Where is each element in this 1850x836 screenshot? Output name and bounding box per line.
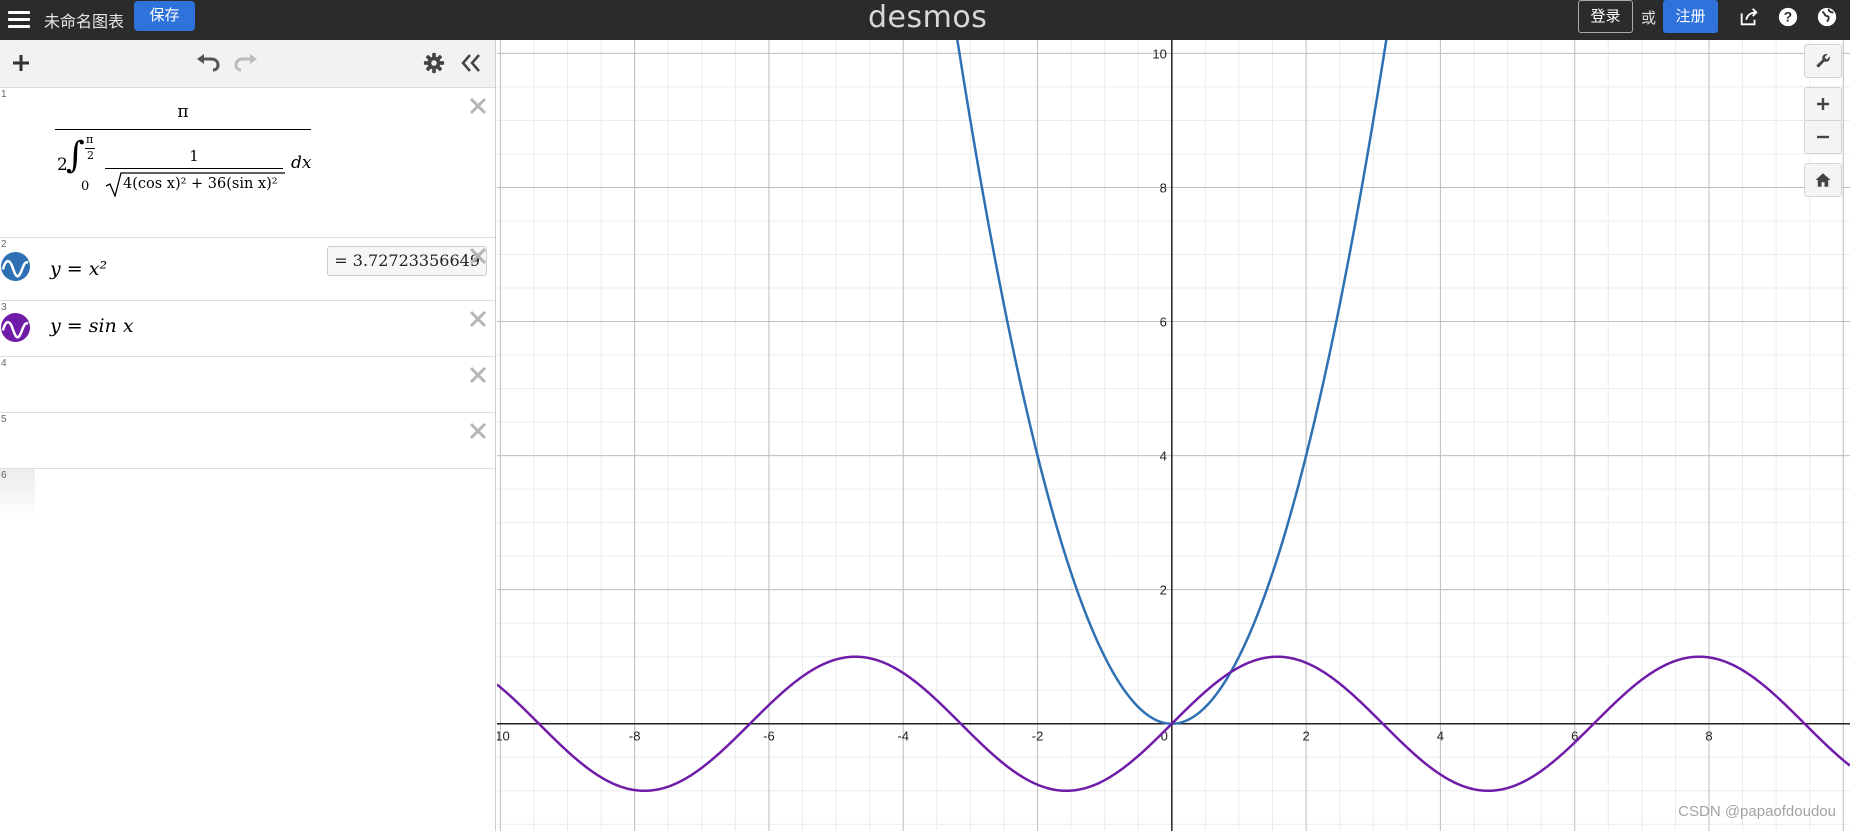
watermark-text: CSDN @papaofdoudou (1678, 803, 1836, 820)
expression-list-panel: 1 π 2 ∫ π 2 0 1 4(cos x)² + 36(sin x)² d… (0, 40, 496, 831)
upper-limit-numerator: π (86, 133, 94, 146)
y-tick-label: 6 (1160, 315, 1167, 330)
y-tick-label: 8 (1160, 180, 1167, 195)
row-number: 2 (1, 239, 7, 250)
expression-row-5[interactable]: 5 (0, 413, 495, 469)
graph-color-toggle-icon[interactable] (0, 312, 31, 343)
share-icon[interactable] (1738, 6, 1760, 28)
x-tick-label: -10 (497, 729, 510, 744)
undo-icon[interactable] (195, 50, 221, 76)
x-tick-label: 4 (1437, 729, 1444, 744)
x-tick-label: -8 (629, 729, 641, 744)
top-bar: 未命名图表 保存 desmos 登录 或 注册 ? (0, 0, 1850, 40)
redo-icon[interactable] (233, 50, 259, 76)
collapse-panel-icon[interactable] (458, 50, 484, 76)
row-number: 6 (1, 470, 7, 481)
desmos-logo: desmos (868, 0, 988, 35)
row-number: 4 (1, 358, 7, 369)
signup-button[interactable]: 注册 (1663, 0, 1718, 33)
zoom-in-icon[interactable] (1804, 87, 1842, 121)
zoom-out-icon[interactable] (1804, 120, 1842, 154)
integral-expression[interactable]: π 2 ∫ π 2 0 1 4(cos x)² + 36(sin x)² dx (55, 98, 315, 208)
expression-row-1[interactable]: 1 π 2 ∫ π 2 0 1 4(cos x)² + 36(sin x)² d… (0, 88, 495, 276)
lower-limit: 0 (81, 179, 90, 194)
or-label: 或 (1641, 10, 1657, 27)
document-title[interactable]: 未命名图表 (44, 8, 124, 32)
delete-expression-icon[interactable] (468, 246, 488, 266)
dx-term: dx (291, 153, 312, 173)
delete-expression-icon[interactable] (468, 96, 488, 116)
integral-sign-icon: ∫ (66, 135, 85, 176)
y-tick-label: 4 (1160, 449, 1167, 464)
y-tick-label: 2 (1160, 583, 1167, 598)
add-item-icon[interactable] (8, 50, 34, 76)
save-button[interactable]: 保存 (134, 1, 195, 31)
menu-icon[interactable] (8, 7, 30, 31)
graph-color-toggle-icon[interactable] (0, 251, 31, 282)
expression-input[interactable]: y = x² (50, 258, 107, 280)
graph-plot[interactable]: -10-8-6-4-202468246810 (491, 0, 1850, 831)
language-globe-icon[interactable] (1816, 6, 1838, 28)
y-tick-label: 10 (1152, 46, 1166, 61)
inner-fraction-bar (105, 168, 283, 169)
svg-text:?: ? (1784, 10, 1792, 25)
x-tick-label: -2 (1032, 729, 1044, 744)
expression-row-3[interactable]: 3 y = sin x (0, 301, 495, 357)
expression-input[interactable]: y = sin x (50, 315, 134, 337)
x-tick-label: -6 (763, 729, 775, 744)
sqrt-body: 4(cos x)² + 36(sin x)² (123, 176, 278, 192)
default-viewport-home-icon[interactable] (1804, 163, 1842, 197)
main-fraction-bar (55, 129, 311, 130)
help-icon[interactable]: ? (1777, 6, 1799, 28)
upper-limit-denominator: 2 (87, 149, 94, 162)
expression-row-6[interactable]: 6 (0, 469, 495, 521)
row-number: 3 (1, 302, 7, 313)
row-number: 5 (1, 414, 7, 425)
graph-settings-wrench-icon[interactable] (1804, 44, 1842, 78)
row-number: 1 (1, 89, 7, 100)
inner-numerator: 1 (189, 147, 199, 165)
settings-gear-icon[interactable] (421, 50, 447, 76)
x-tick-label: -4 (897, 729, 909, 744)
delete-expression-icon[interactable] (468, 365, 488, 385)
expression-row-4[interactable]: 4 (0, 357, 495, 413)
expression-row-2[interactable]: 2 y = x² (0, 238, 495, 301)
numerator-pi: π (177, 102, 189, 122)
delete-expression-icon[interactable] (468, 421, 488, 441)
expression-toolbar (0, 40, 495, 88)
login-button[interactable]: 登录 (1578, 0, 1633, 33)
graph-canvas[interactable]: -10-8-6-4-202468246810 CSDN @papaofdoudo… (491, 0, 1850, 831)
x-tick-label: 2 (1302, 729, 1309, 744)
x-tick-label: 8 (1705, 729, 1712, 744)
delete-expression-icon[interactable] (468, 309, 488, 329)
